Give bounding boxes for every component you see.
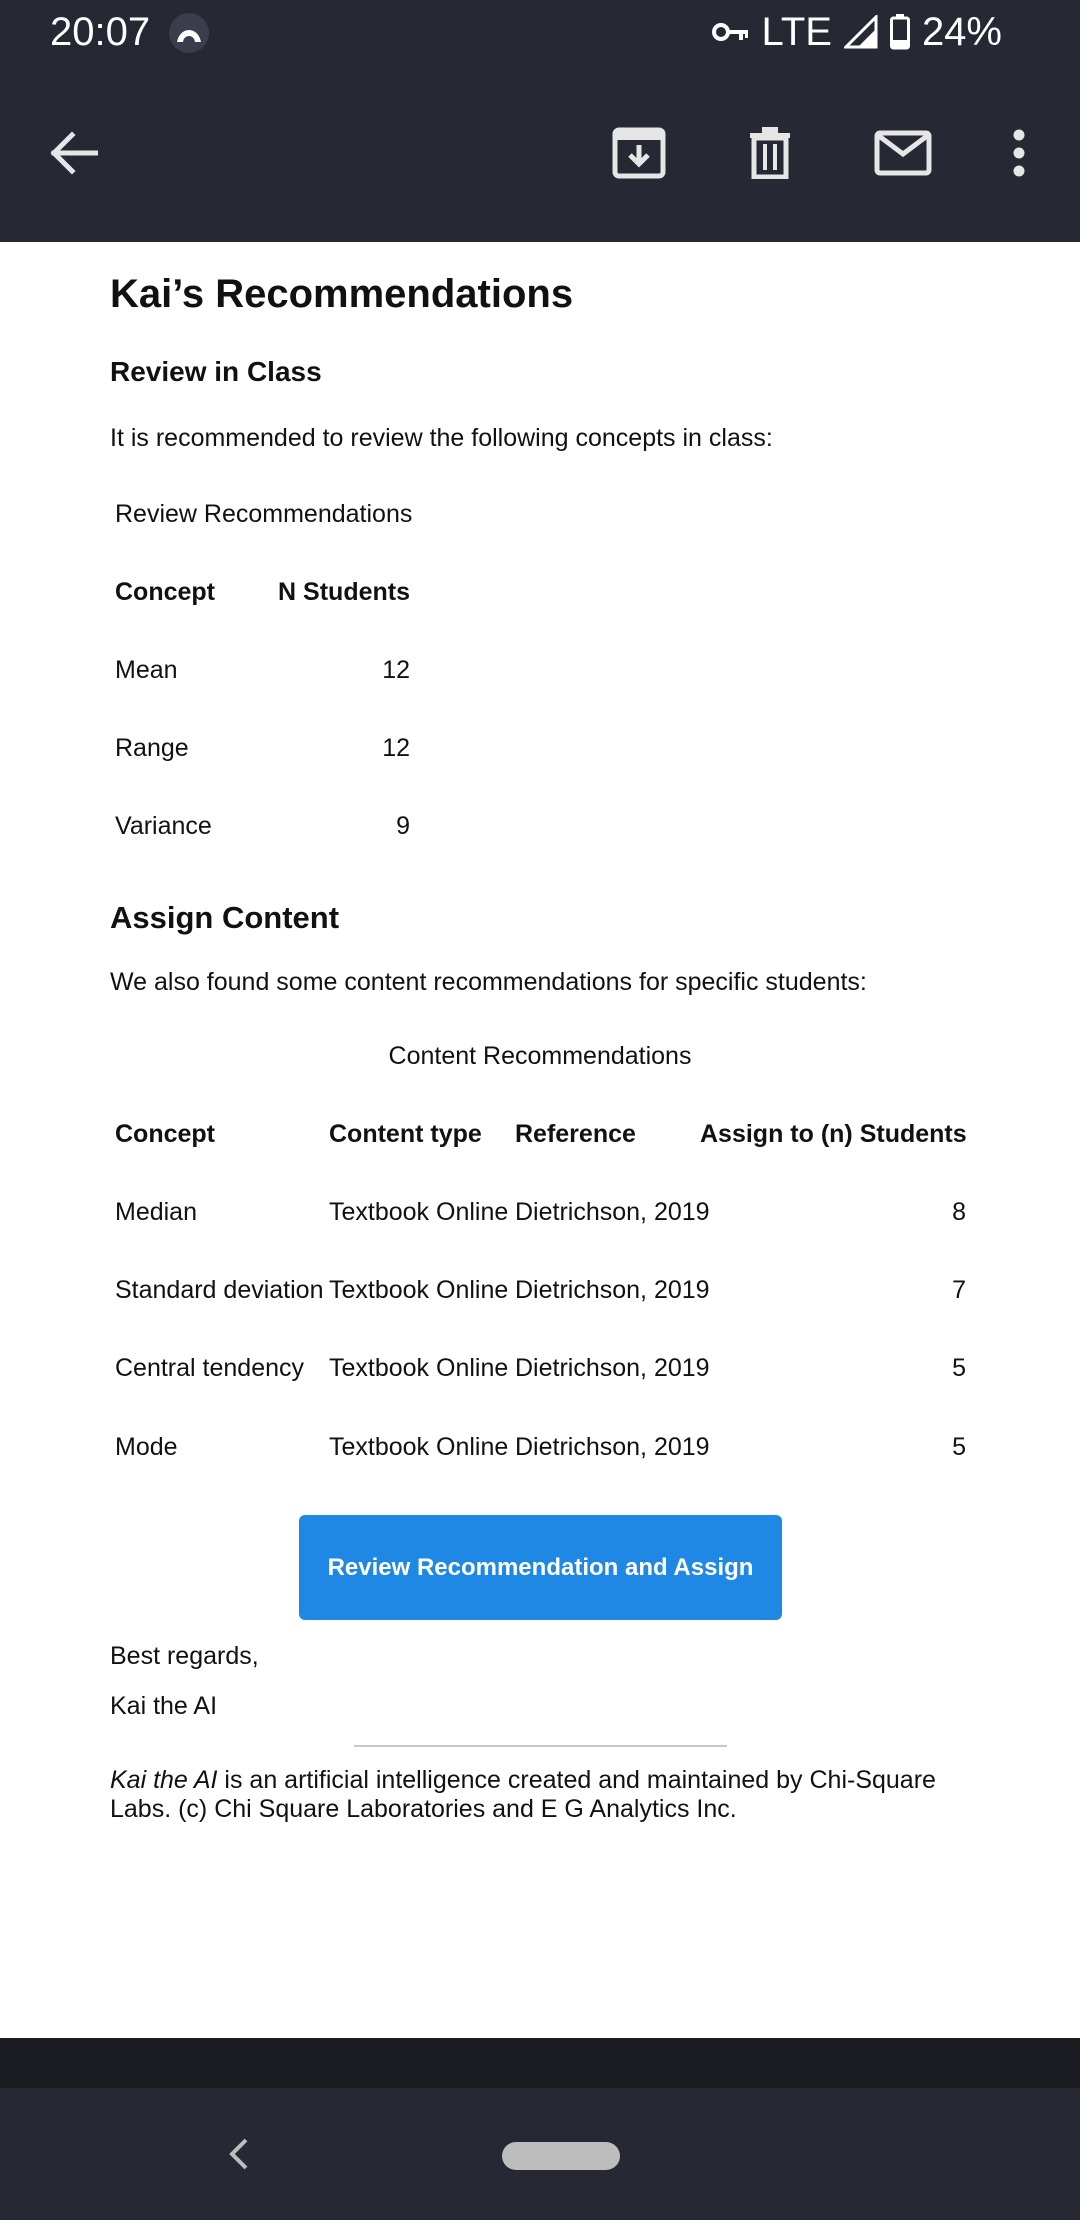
assign-intro: We also found some content recommendatio… (110, 968, 867, 996)
status-time: 20:07 (50, 10, 151, 54)
review-heading: Review in Class (110, 356, 322, 387)
review-row-concept: Variance (115, 812, 212, 840)
bottom-sheet-peek[interactable] (0, 2038, 1080, 2088)
assign-heading: Assign Content (110, 900, 340, 935)
footer-divider (354, 1745, 727, 1747)
footer-disclaimer: Kai the AI is an artificial intelligence… (110, 1766, 970, 1824)
vpn-key-icon (711, 20, 750, 44)
content-row-concept: Central tendency (115, 1354, 305, 1382)
review-table-caption: Review Recommendations (115, 500, 413, 528)
nav-home-pill[interactable] (502, 2142, 620, 2170)
battery-icon (889, 14, 910, 50)
more-vert-icon[interactable] (987, 121, 1051, 185)
review-row-n: 9 (396, 812, 410, 840)
email-body: Kai’s Recommendations Review in Class It… (0, 242, 1080, 2038)
system-nav-bar (0, 2088, 1080, 2220)
content-row-concept: Standard deviation (115, 1276, 324, 1304)
status-indicators: LTE 24% (711, 8, 1002, 56)
back-arrow-icon[interactable] (42, 121, 106, 185)
status-bar: 20:07 LTE 24% (0, 0, 1080, 64)
email-title: Kai’s Recommendations (110, 272, 574, 316)
review-intro: It is recommended to review the followin… (110, 424, 773, 452)
content-row-n: 5 (952, 1433, 966, 1461)
content-row-n: 8 (952, 1198, 966, 1226)
archive-icon[interactable] (607, 121, 671, 185)
review-header-n: N Students (278, 578, 410, 606)
signature-text: Kai the AI (110, 1692, 218, 1720)
content-row-n: 7 (952, 1276, 966, 1304)
app-bar (0, 64, 1080, 242)
review-assign-button[interactable]: Review Recommendation and Assign (299, 1515, 782, 1620)
review-header-concept: Concept (115, 578, 215, 606)
review-row-n: 12 (382, 734, 410, 762)
content-row-reference: Dietrichson, 2019 (515, 1198, 710, 1226)
review-row-n: 12 (382, 656, 410, 684)
content-row-n: 5 (952, 1354, 966, 1382)
signal-icon (843, 15, 878, 49)
content-row-type: Textbook Online (329, 1433, 509, 1461)
content-row-reference: Dietrichson, 2019 (515, 1354, 710, 1382)
content-row-type: Textbook Online (329, 1354, 509, 1382)
closing-text: Best regards, (110, 1642, 259, 1670)
network-type-label: LTE (761, 9, 832, 54)
content-header-concept: Concept (115, 1120, 215, 1148)
content-row-reference: Dietrichson, 2019 (515, 1276, 710, 1304)
notification-app-icon (168, 12, 210, 54)
delete-icon[interactable] (738, 121, 802, 185)
content-row-type: Textbook Online (329, 1276, 509, 1304)
mail-icon[interactable] (871, 121, 935, 185)
footer-text: is an artificial intelligence created an… (110, 1766, 936, 1823)
footer-emphasis: Kai the AI (110, 1766, 218, 1794)
content-header-assign: Assign to (n) Students (700, 1120, 967, 1148)
nav-back-icon[interactable] (224, 2134, 254, 2179)
content-row-reference: Dietrichson, 2019 (515, 1433, 710, 1461)
content-row-type: Textbook Online (329, 1198, 509, 1226)
review-row-concept: Range (115, 734, 189, 762)
content-table-caption: Content Recommendations (388, 1042, 692, 1070)
battery-percent: 24% (921, 9, 1002, 54)
content-row-concept: Mode (115, 1433, 178, 1461)
review-row-concept: Mean (115, 656, 178, 684)
content-header-type: Content type (329, 1120, 482, 1148)
content-row-concept: Median (115, 1198, 197, 1226)
content-header-reference: Reference (515, 1120, 636, 1148)
